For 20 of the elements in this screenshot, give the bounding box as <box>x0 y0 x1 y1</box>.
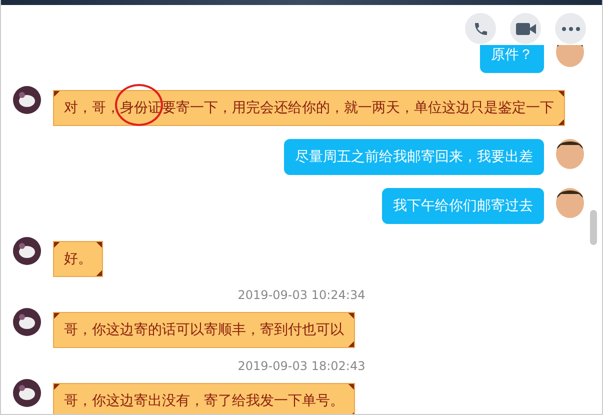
more-icon <box>562 26 580 30</box>
message-bubble: 哥，你这边寄出没有，寄了给我发一下单号。 <box>53 383 355 414</box>
avatar <box>556 188 584 218</box>
more-button[interactable] <box>555 13 586 44</box>
phone-icon <box>472 20 488 36</box>
message-bubble: 我下午给你们邮寄过去 <box>382 188 544 224</box>
message-bubble: 好。 <box>53 241 103 277</box>
message-bubble: 哥，你这边寄的话可以寄顺丰，寄到付也可以 <box>53 312 355 348</box>
scrollbar[interactable] <box>590 210 597 245</box>
avatar <box>13 308 41 336</box>
avatar <box>556 139 584 169</box>
call-button[interactable] <box>465 13 496 44</box>
video-camera-icon <box>514 20 536 36</box>
avatar <box>13 379 41 407</box>
video-call-button[interactable] <box>510 13 541 44</box>
avatar <box>13 86 41 114</box>
avatar <box>13 237 41 265</box>
timestamp: 2019-09-03 18:02:43 <box>238 359 366 373</box>
timestamp: 2019-09-03 10:24:34 <box>238 288 366 302</box>
message-bubble: 尽量周五之前给我邮寄回来，我要出差 <box>284 139 544 175</box>
